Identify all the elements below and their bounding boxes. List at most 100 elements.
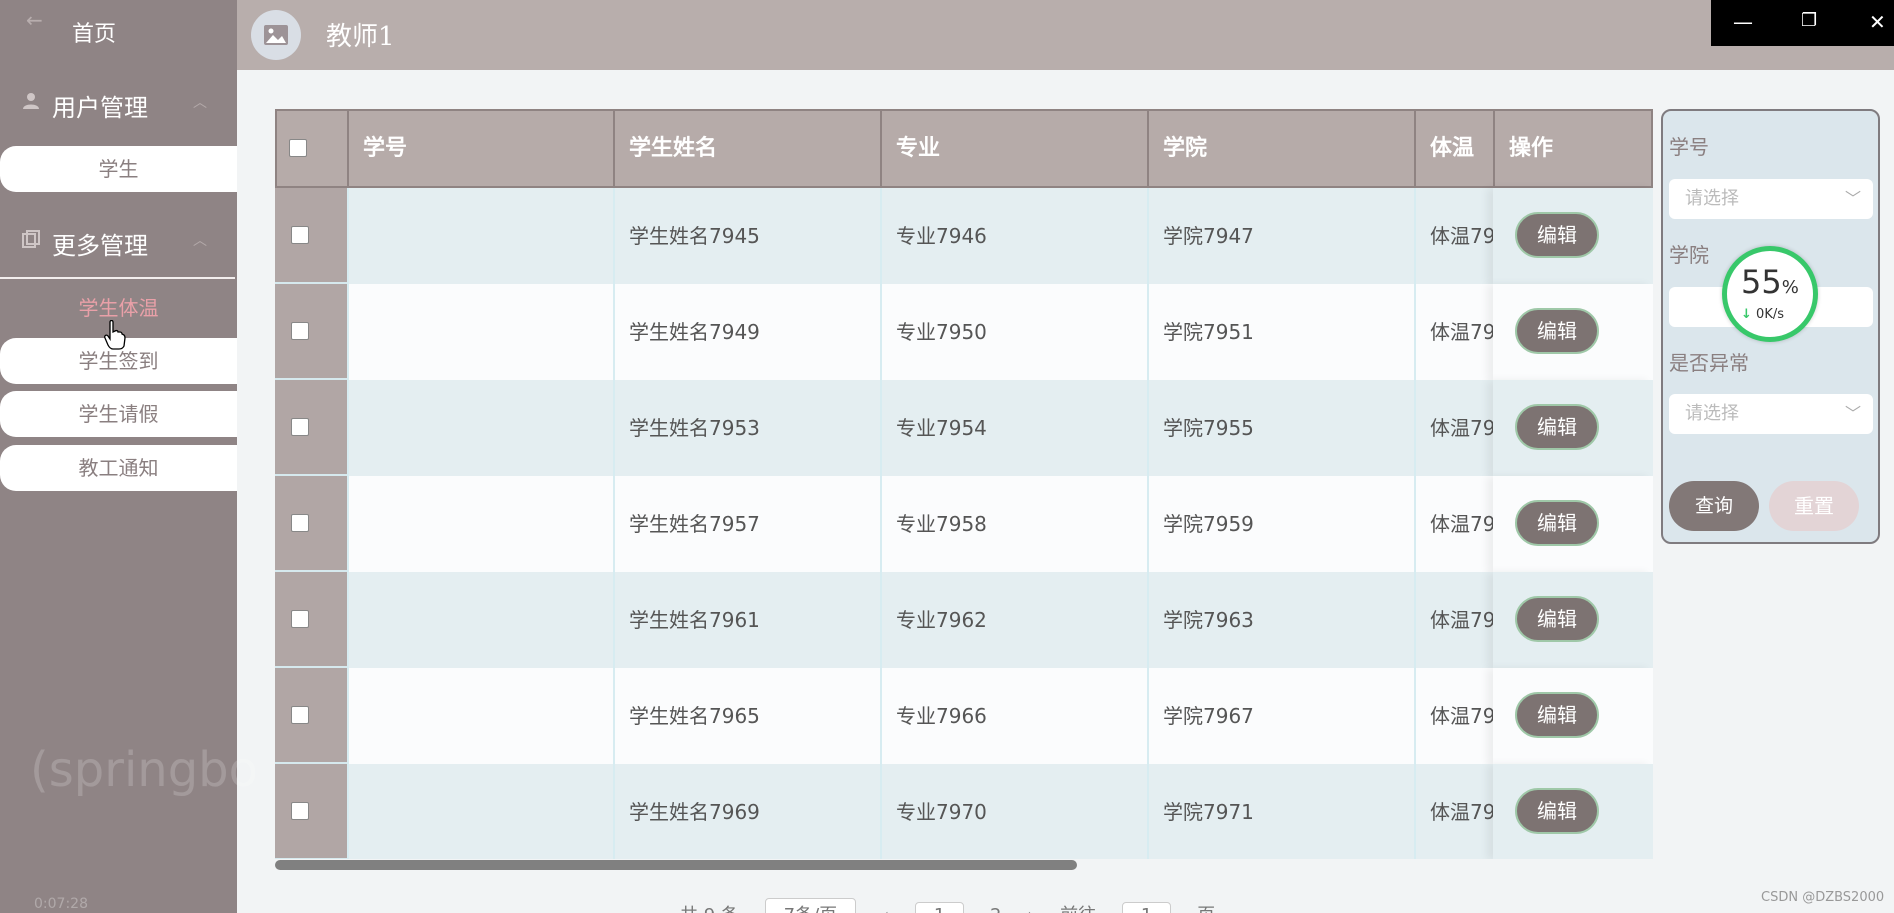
- sidebar-home[interactable]: ← 首页: [0, 0, 237, 60]
- divider: [0, 277, 235, 279]
- page-number[interactable]: 1: [914, 902, 965, 913]
- cell-student-id: [347, 476, 613, 572]
- cell-name: 学生姓名7953: [613, 380, 880, 476]
- chevron-down-icon: ﹀: [1844, 189, 1861, 208]
- row-select-cell: [275, 764, 347, 859]
- student-id-label: 学号: [1669, 135, 1709, 159]
- reset-button[interactable]: 重置: [1769, 481, 1859, 531]
- cell-student-id: [347, 764, 613, 859]
- table-row[interactable]: 学生姓名7961专业7962学院7963体温7964 编辑: [275, 572, 1653, 668]
- cell-actions: 编辑: [1493, 764, 1653, 859]
- cell-temperature: 体温7948: [1414, 188, 1493, 284]
- credit-text: CSDN @DZBS2000: [1761, 890, 1885, 905]
- sidebar: ← 首页 用户管理 ︿ 学生 更多管理 ︿ 学生体温 学生签到 学生请假 教工通…: [0, 0, 258, 913]
- cell-major: 专业7970: [880, 764, 1147, 859]
- cell-name: 学生姓名7957: [613, 476, 880, 572]
- table-row[interactable]: 学生姓名7965专业7966学院7967体温7968 编辑: [275, 668, 1653, 764]
- cell-major: 专业7962: [880, 572, 1147, 668]
- cell-student-id: [347, 284, 613, 380]
- abnormal-placeholder: 请选择: [1685, 403, 1739, 424]
- student-id-placeholder: 请选择: [1685, 188, 1739, 209]
- download-arrow-icon: ↓: [1741, 307, 1752, 322]
- speed-percent: 55%: [1741, 263, 1799, 301]
- column-header-major[interactable]: 专业: [882, 111, 1149, 186]
- table-row[interactable]: 学生姓名7949专业7950学院7951体温7952 编辑: [275, 284, 1653, 380]
- row-select-cell: [275, 284, 347, 380]
- row-checkbox[interactable]: [291, 226, 309, 244]
- avatar[interactable]: [251, 10, 301, 60]
- row-checkbox[interactable]: [291, 610, 309, 628]
- edit-button[interactable]: 编辑: [1515, 596, 1599, 642]
- row-checkbox[interactable]: [291, 706, 309, 724]
- back-arrow-icon[interactable]: ←: [26, 8, 43, 32]
- student-id-select[interactable]: 请选择 ﹀: [1669, 179, 1873, 219]
- edit-button[interactable]: 编辑: [1515, 404, 1599, 450]
- sidebar-item-staff-notice[interactable]: 教工通知: [0, 445, 237, 491]
- select-all-checkbox[interactable]: [289, 139, 307, 157]
- pagination: 共 9 条 7条/页 ‹ 1 2 › 前往 1 页: [680, 898, 1235, 913]
- restore-icon[interactable]: ❐: [1801, 10, 1817, 31]
- page-suffix: 页: [1197, 901, 1215, 913]
- college-label: 学院: [1669, 243, 1709, 267]
- column-header-student-id[interactable]: 学号: [349, 111, 615, 186]
- cell-temperature: 体温7972: [1414, 764, 1493, 859]
- cell-name: 学生姓名7949: [613, 284, 880, 380]
- hand-cursor-icon: [104, 320, 126, 350]
- sidebar-group-more-management[interactable]: 更多管理 ︿: [0, 216, 237, 264]
- network-speed-widget[interactable]: 55% ↓ 0K/s: [1722, 246, 1818, 342]
- horizontal-scrollbar[interactable]: [275, 860, 1077, 870]
- sidebar-group-user-management[interactable]: 用户管理 ︿: [0, 78, 237, 126]
- column-header-college[interactable]: 学院: [1149, 111, 1416, 186]
- cell-name: 学生姓名7965: [613, 668, 880, 764]
- sidebar-item-student[interactable]: 学生: [0, 146, 237, 192]
- edit-button[interactable]: 编辑: [1515, 788, 1599, 834]
- cell-name: 学生姓名7945: [613, 188, 880, 284]
- prev-page-icon[interactable]: ‹: [882, 905, 889, 913]
- row-select-cell: [275, 668, 347, 764]
- cell-major: 专业7950: [880, 284, 1147, 380]
- cell-student-id: [347, 668, 613, 764]
- column-header-temperature[interactable]: 体温: [1416, 111, 1495, 186]
- edit-button[interactable]: 编辑: [1515, 692, 1599, 738]
- cell-temperature: 体温7968: [1414, 668, 1493, 764]
- column-header-name[interactable]: 学生姓名: [615, 111, 882, 186]
- cell-name: 学生姓名7969: [613, 764, 880, 859]
- user-icon: [23, 93, 39, 109]
- page-title: 教师1: [326, 22, 395, 52]
- table-row[interactable]: 学生姓名7957专业7958学院7959体温7960 编辑: [275, 476, 1653, 572]
- next-page-icon[interactable]: ›: [1027, 905, 1034, 913]
- row-select-cell: [275, 476, 347, 572]
- row-checkbox[interactable]: [291, 322, 309, 340]
- goto-page-input[interactable]: 1: [1121, 902, 1172, 913]
- column-header-actions: 操作: [1509, 136, 1554, 161]
- cell-actions: 编辑: [1493, 476, 1653, 572]
- abnormal-select[interactable]: 请选择 ﹀: [1669, 394, 1873, 434]
- sidebar-group-label: 更多管理: [52, 232, 148, 260]
- table-row[interactable]: 学生姓名7969专业7970学院7971体温7972 编辑: [275, 764, 1653, 859]
- query-button[interactable]: 查询: [1669, 481, 1759, 531]
- watermark: (springbo: [30, 742, 258, 798]
- row-checkbox[interactable]: [291, 802, 309, 820]
- page-number[interactable]: 2: [990, 905, 1001, 913]
- row-checkbox[interactable]: [291, 418, 309, 436]
- page-size-select[interactable]: 7条/页: [764, 898, 857, 913]
- cell-student-id: [347, 572, 613, 668]
- edit-button[interactable]: 编辑: [1515, 308, 1599, 354]
- cell-actions: 编辑: [1493, 572, 1653, 668]
- chevron-up-icon: ︿: [193, 233, 207, 249]
- sidebar-item-student-leave[interactable]: 学生请假: [0, 391, 237, 437]
- cell-student-id: [347, 380, 613, 476]
- header-select-cell: [277, 111, 349, 186]
- row-select-cell: [275, 188, 347, 284]
- cell-college: 学院7955: [1147, 380, 1414, 476]
- cell-college: 学院7963: [1147, 572, 1414, 668]
- edit-button[interactable]: 编辑: [1515, 212, 1599, 258]
- image-icon: [264, 25, 288, 45]
- minimize-icon[interactable]: —: [1733, 10, 1753, 34]
- row-checkbox[interactable]: [291, 514, 309, 532]
- edit-button[interactable]: 编辑: [1515, 500, 1599, 546]
- cell-college: 学院7951: [1147, 284, 1414, 380]
- table-row[interactable]: 学生姓名7953专业7954学院7955体温7956 编辑: [275, 380, 1653, 476]
- table-row[interactable]: 学生姓名7945专业7946学院7947体温7948 编辑: [275, 188, 1653, 284]
- close-icon[interactable]: ✕: [1869, 10, 1886, 34]
